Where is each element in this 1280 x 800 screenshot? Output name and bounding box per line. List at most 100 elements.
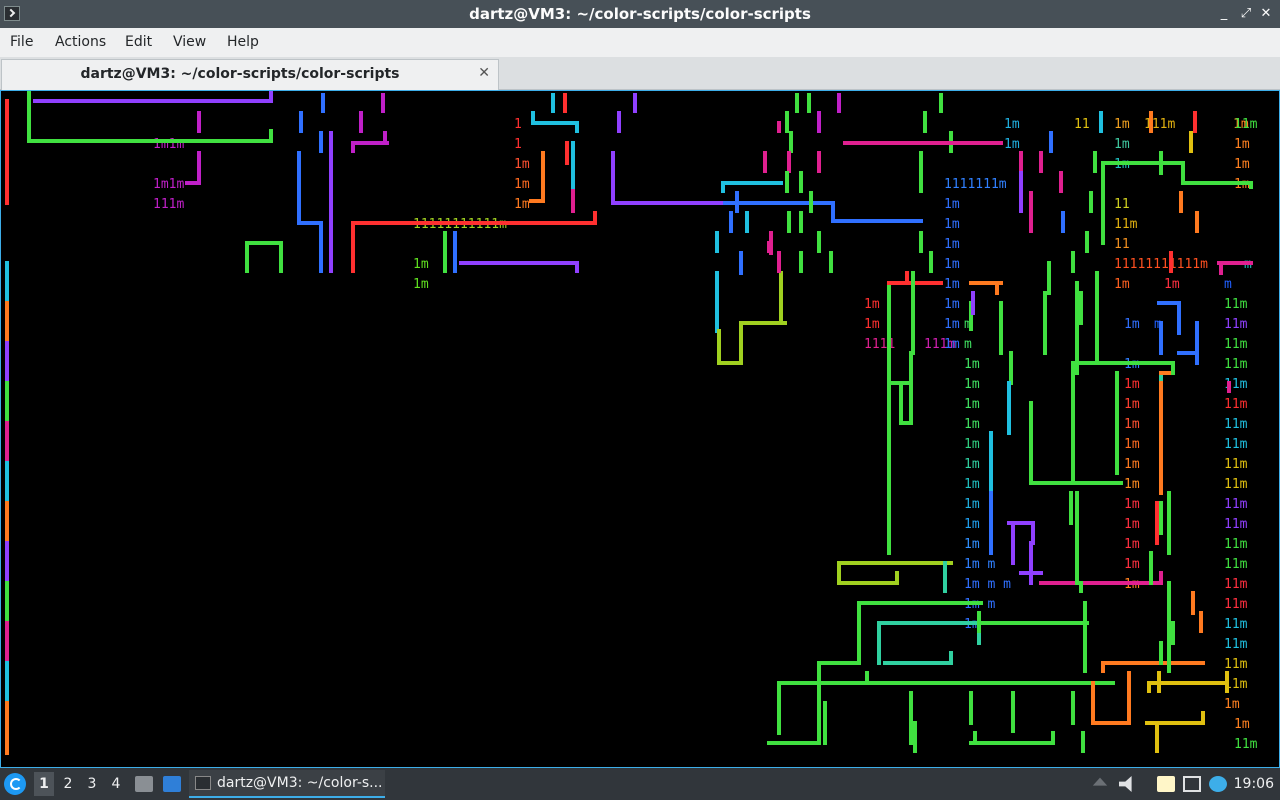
terminal-text-run: 1m	[1114, 137, 1130, 152]
color-script-canvas: 1m1m1m1m111m111m1m1m11111111111m1m1m1m1m…	[5, 91, 1258, 755]
tab-label: dartz@VM3: ~/color-scripts/color-scripts	[80, 66, 400, 82]
terminal-text-run: 1m	[1124, 477, 1140, 492]
terminal-output[interactable]: 1m1m1m1m111m111m1m1m11111111111m1m1m1m1m…	[0, 90, 1280, 768]
desktop-4[interactable]: 4	[106, 772, 126, 796]
terminal-text-run: 1m	[1124, 497, 1140, 512]
terminal-text-run: 1m	[1124, 437, 1140, 452]
terminal-text-run: 1m	[944, 337, 960, 352]
terminal-text-run: 11m	[1224, 597, 1248, 612]
terminal-text-run: 1m	[1124, 537, 1140, 552]
terminal-text-run: 1m	[1234, 157, 1250, 172]
taskbar-task-terminal[interactable]: dartz@VM3: ~/color-s...	[189, 770, 385, 798]
terminal-text-run: 11m	[1224, 457, 1248, 472]
terminal-text-run: 1m	[864, 297, 880, 312]
terminal-text-run: 1m	[1004, 137, 1020, 152]
terminal-text-run: 11m	[1224, 497, 1248, 512]
terminal-text-run: 1m	[413, 257, 429, 272]
terminal-text-run: 111m	[153, 197, 184, 212]
minimize-button[interactable]: _	[1216, 6, 1232, 22]
terminal-text-run: 11m	[1234, 737, 1258, 752]
menu-file[interactable]: File	[10, 28, 33, 57]
terminal-text-run: 1m1m	[153, 177, 184, 192]
terminal-text-run: 1m	[964, 477, 980, 492]
file-manager-icon[interactable]	[135, 776, 153, 792]
terminal-text-run: 1m	[1114, 277, 1130, 292]
terminal-text-run: 1m	[1114, 117, 1130, 132]
terminal-text-run: 11m	[1224, 537, 1248, 552]
terminal-text-run: 1m	[944, 297, 960, 312]
app-launcher-icon[interactable]	[4, 773, 26, 795]
terminal-text-run: 11m	[1224, 317, 1248, 332]
terminal-text-run: 111m	[1144, 117, 1175, 132]
terminal-text-run: 1m	[1164, 277, 1180, 292]
terminal-text-run: 11	[1114, 197, 1130, 212]
show-desktop-icon[interactable]	[163, 776, 181, 792]
menu-view[interactable]: View	[173, 28, 206, 57]
terminal-text-run: 1m	[514, 177, 530, 192]
terminal-text-run: 1m	[864, 317, 880, 332]
terminal-icon	[195, 776, 211, 790]
terminal-text-run: 1m	[944, 277, 960, 292]
terminal-text-run: 1m	[1004, 117, 1020, 132]
terminal-text-run: 1m	[964, 357, 980, 372]
tab-close-icon[interactable]: ✕	[478, 65, 490, 81]
terminal-text-run: 11m	[1224, 557, 1248, 572]
terminal-text-run: m	[1224, 277, 1232, 292]
window-title: dartz@VM3: ~/color-scripts/color-scripts	[469, 5, 811, 23]
terminal-text-run: 1m	[944, 197, 960, 212]
tab-terminal[interactable]: dartz@VM3: ~/color-scripts/color-scripts…	[1, 59, 499, 90]
desktop-1[interactable]: 1	[34, 772, 54, 796]
terminal-text-run: 11m	[1224, 657, 1248, 672]
menu-help[interactable]: Help	[227, 28, 259, 57]
terminal-text-run: 1m	[944, 317, 960, 332]
terminal-text-run: 1m	[1124, 457, 1140, 472]
terminal-text-run: m	[964, 337, 972, 352]
desktop-2[interactable]: 2	[58, 772, 78, 796]
terminal-text-run: 1m	[1124, 377, 1140, 392]
terminal-text-run: 1m	[1234, 137, 1250, 152]
maximize-button[interactable]: ⤢	[1238, 6, 1254, 22]
terminal-text-run: 11	[1114, 237, 1130, 252]
terminal-text-run: 11m	[1224, 577, 1248, 592]
terminal-text-run: 1m	[1124, 317, 1140, 332]
terminal-text-run: 1m	[964, 377, 980, 392]
terminal-text-run: 1m	[514, 197, 530, 212]
terminal-text-run: 1m	[1224, 697, 1240, 712]
terminal-text-run: 1m	[1234, 717, 1250, 732]
menu-actions[interactable]: Actions	[55, 28, 106, 57]
terminal-text-run: 1m	[944, 257, 960, 272]
close-button[interactable]: ✕	[1258, 6, 1274, 22]
network-icon[interactable]	[1183, 776, 1201, 792]
terminal-text-run: 11m	[1224, 617, 1248, 632]
clock: 19:06	[1233, 776, 1274, 792]
terminal-text-run: 1m	[1124, 557, 1140, 572]
clipboard-icon[interactable]	[1157, 776, 1175, 792]
terminal-text-run: 1	[514, 117, 522, 132]
menu-edit[interactable]: Edit	[125, 28, 152, 57]
terminal-text-run: 1m m m	[964, 577, 1011, 592]
terminal-text-run: 11m	[1224, 517, 1248, 532]
terminal-text-run: 1m	[944, 237, 960, 252]
terminal-text-run: 1m	[964, 457, 980, 472]
window-titlebar[interactable]: dartz@VM3: ~/color-scripts/color-scripts…	[0, 0, 1280, 28]
terminal-text-run: 11m	[1224, 417, 1248, 432]
terminal-text-run: 1m	[964, 437, 980, 452]
task-label: dartz@VM3: ~/color-s...	[217, 775, 383, 791]
desktop-3[interactable]: 3	[82, 772, 102, 796]
terminal-text-run: 11111111111m	[1114, 257, 1208, 272]
terminal-text-run: 1m	[1124, 417, 1140, 432]
taskbar: 1 2 3 4 dartz@VM3: ~/color-s... 19:06	[0, 768, 1280, 800]
volume-icon[interactable]	[1119, 776, 1132, 792]
terminal-text-run: 1	[514, 137, 522, 152]
terminal-text-run: 1m	[514, 157, 530, 172]
terminal-text-run: 1m	[964, 537, 980, 552]
arrow-up-icon[interactable]	[1092, 777, 1108, 786]
terminal-text-run: 11m	[1234, 117, 1258, 132]
terminal-text-run: 1m	[964, 497, 980, 512]
update-notifier-icon[interactable]	[1209, 776, 1227, 792]
terminal-text-run: 1m	[1124, 517, 1140, 532]
terminal-text-run: 1m	[413, 277, 429, 292]
terminal-text-run: 11m	[1224, 637, 1248, 652]
terminal-text-run: 11	[1074, 117, 1090, 132]
terminal-text-run: 1m m	[964, 557, 995, 572]
